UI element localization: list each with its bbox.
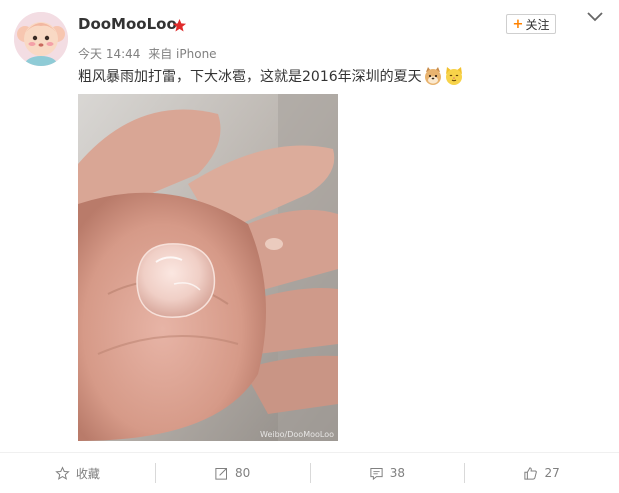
repost-count: 80 (234, 466, 251, 480)
avatar[interactable] (14, 12, 68, 66)
photo-watermark: Weibo/DooMooLoo (260, 430, 334, 439)
follow-button[interactable]: + 关注 (506, 14, 556, 34)
like-count: 27 (544, 466, 560, 480)
post-text-row: 粗风暴雨加打雷，下大冰雹，这就是2016年深圳的夏天 (78, 66, 464, 86)
comment-icon (370, 467, 383, 480)
post-source: 来自 iPhone (148, 47, 217, 61)
hand-hailstone-image (78, 94, 338, 441)
avatar-illustration (14, 12, 68, 66)
plus-icon: + (512, 16, 524, 32)
chevron-down-icon[interactable] (586, 10, 604, 24)
comment-count: 38 (389, 466, 406, 480)
thumbs-up-icon (524, 466, 538, 480)
action-bar: 收藏 80 38 27 (0, 452, 619, 493)
post-text: 粗风暴雨加打雷，下大冰雹，这就是2016年深圳的夏天 (78, 69, 422, 85)
post-time[interactable]: 今天 14:44 (78, 47, 140, 61)
star-outline-icon (55, 465, 70, 480)
post-photo[interactable]: Weibo/DooMooLoo (78, 94, 338, 441)
post-meta: 今天 14:44 来自 iPhone (78, 45, 221, 62)
like-button[interactable]: 27 (464, 461, 619, 485)
username[interactable]: DooMooLoo (78, 15, 177, 33)
cat-face-emoji-icon (445, 67, 462, 85)
repost-icon (215, 467, 227, 480)
favorite-label: 收藏 (75, 466, 100, 481)
follow-label: 关注 (525, 17, 550, 32)
comment-button[interactable]: 38 (309, 461, 465, 485)
repost-button[interactable]: 80 (154, 461, 310, 485)
vip-star-icon (172, 18, 187, 32)
favorite-button[interactable]: 收藏 (0, 461, 155, 485)
doge-dog-emoji-icon (424, 67, 441, 85)
